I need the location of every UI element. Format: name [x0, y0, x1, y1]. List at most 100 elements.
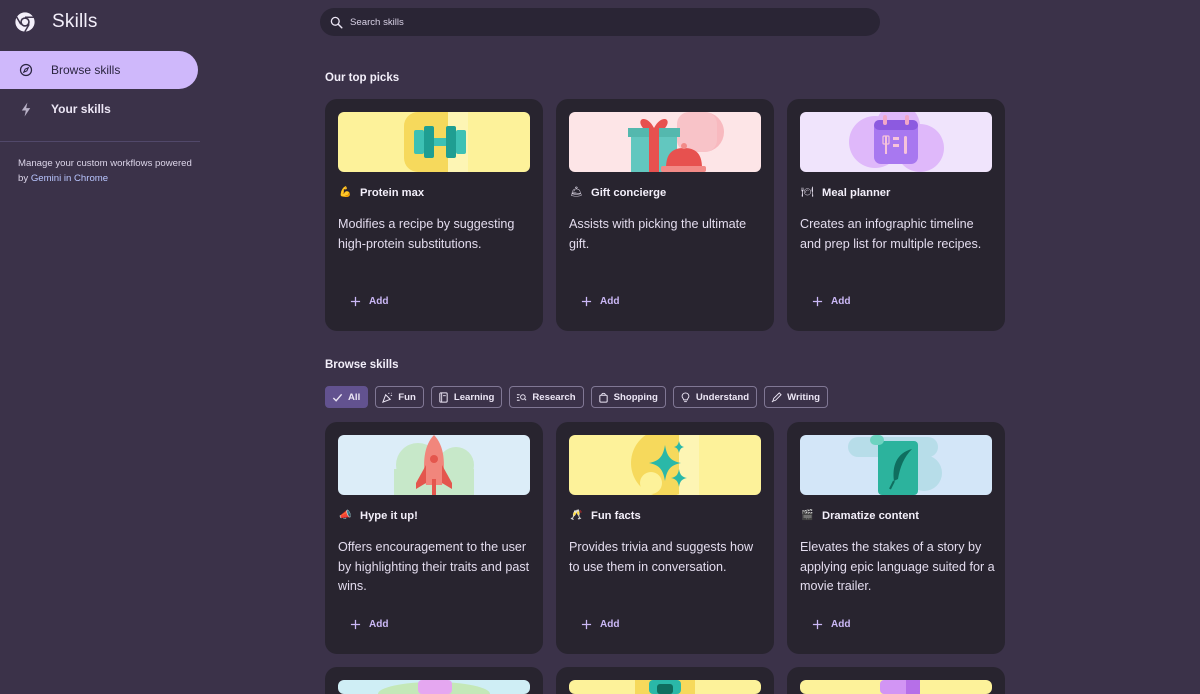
- skill-banner: [338, 435, 530, 495]
- add-skill-button[interactable]: Add: [812, 296, 850, 307]
- plus-icon: [581, 296, 592, 307]
- skill-card-fun-facts[interactable]: 🥂 Fun facts Provides trivia and suggests…: [556, 422, 774, 654]
- skills-app: Skills Browse skills Your skills Manage …: [0, 0, 1200, 694]
- skill-banner: [800, 435, 992, 495]
- rocket-icon: [338, 435, 530, 495]
- sidebar-item-your-skills[interactable]: Your skills: [0, 90, 198, 128]
- sidebar-item-browse-skills[interactable]: Browse skills: [0, 51, 198, 89]
- skill-card-protein-max[interactable]: 💪 Protein max Modifies a recipe by sugge…: [325, 99, 543, 331]
- add-skill-button[interactable]: Add: [581, 619, 619, 630]
- add-skill-button[interactable]: Add: [350, 619, 388, 630]
- plus-icon: [812, 296, 823, 307]
- skill-title: Protein max: [360, 187, 425, 199]
- skill-card-header: 🎬 Dramatize content: [801, 510, 919, 522]
- skill-title: Fun facts: [591, 510, 641, 522]
- skill-banner: [800, 112, 992, 172]
- top-picks-title: Our top picks: [325, 72, 400, 84]
- bellhop-bell-icon: 🛎: [570, 187, 583, 198]
- lightning-icon: [18, 101, 34, 117]
- sidebar-divider: [0, 141, 200, 142]
- sidebar-item-label: Browse skills: [51, 63, 121, 77]
- skill-banner: [338, 680, 530, 694]
- flexed-biceps-icon: 💪: [339, 187, 352, 198]
- skill-card-header: 🍽 Meal planner: [801, 187, 890, 199]
- scroll-quill-icon: [800, 435, 992, 495]
- compass-icon: [18, 62, 34, 78]
- chip-writing[interactable]: Writing: [764, 386, 828, 408]
- party-icon: [382, 392, 393, 403]
- sidebar-note: Manage your custom workflows powered by …: [18, 156, 198, 186]
- sidebar-nav: Browse skills Your skills: [0, 51, 200, 129]
- chip-label: Research: [532, 391, 576, 403]
- plus-icon: [812, 619, 823, 630]
- skill-card-dramatize-content[interactable]: 🎬 Dramatize content Elevates the stakes …: [787, 422, 1005, 654]
- device-icon: [569, 680, 761, 694]
- bow-icon: [338, 680, 530, 694]
- app-title: Skills: [52, 11, 98, 32]
- skill-description: Offers encouragement to the user by high…: [338, 540, 530, 593]
- clapper-board-icon: 🎬: [801, 510, 814, 521]
- chip-label: Understand: [695, 391, 750, 403]
- chrome-logo-icon: [15, 12, 35, 33]
- sparkles-icon: [569, 435, 761, 495]
- skill-card-meal-planner[interactable]: 🍽 Meal planner Creates an infographic ti…: [787, 99, 1005, 331]
- add-skill-button[interactable]: Add: [812, 619, 850, 630]
- calendar-icon: [800, 112, 992, 172]
- search-icon: [330, 16, 343, 29]
- gemini-in-chrome-link[interactable]: Gemini in Chrome: [31, 173, 108, 184]
- shopping-bag-icon: [598, 392, 609, 403]
- search-bar[interactable]: [320, 8, 880, 36]
- check-icon: [332, 392, 343, 403]
- skill-card-partial[interactable]: [556, 667, 774, 694]
- chip-label: Writing: [787, 391, 820, 403]
- skill-description: Elevates the stakes of a story by applyi…: [800, 540, 995, 593]
- chip-learning[interactable]: Learning: [430, 386, 503, 408]
- chip-fun[interactable]: Fun: [375, 386, 424, 408]
- gift-icon: [569, 112, 761, 172]
- search-input[interactable]: [350, 16, 850, 28]
- chip-label: Fun: [398, 391, 416, 403]
- category-filter-chips: All Fun Learning Research Shopping Under…: [325, 386, 835, 408]
- pen-icon: [771, 391, 782, 403]
- skill-title: Gift concierge: [591, 187, 667, 199]
- plus-icon: [350, 296, 361, 307]
- lightbulb-icon: [680, 391, 691, 403]
- skill-card-header: 📣 Hype it up!: [339, 510, 418, 522]
- skill-card-hype-it-up[interactable]: 📣 Hype it up! Offers encouragement to th…: [325, 422, 543, 654]
- skill-description: Provides trivia and suggests how to use …: [569, 540, 754, 574]
- dumbbell-icon: [338, 112, 530, 172]
- megaphone-icon: 📣: [339, 510, 352, 521]
- skill-banner: [569, 112, 761, 172]
- chip-understand[interactable]: Understand: [672, 386, 758, 408]
- skill-banner: [338, 112, 530, 172]
- chip-label: Shopping: [613, 391, 658, 403]
- plate-icon: 🍽: [801, 187, 814, 198]
- skill-title: Meal planner: [822, 187, 891, 199]
- skill-card-header: 💪 Protein max: [339, 187, 424, 199]
- add-label: Add: [369, 619, 389, 630]
- notebook-icon: [800, 680, 992, 694]
- chip-label: All: [348, 391, 361, 403]
- chip-research[interactable]: Research: [509, 386, 584, 408]
- add-skill-button[interactable]: Add: [350, 296, 388, 307]
- clinking-glasses-icon: 🥂: [570, 510, 583, 521]
- plus-icon: [350, 619, 361, 630]
- skill-banner: [800, 680, 992, 694]
- skill-card-partial[interactable]: [325, 667, 543, 694]
- browse-skills-title: Browse skills: [325, 359, 399, 371]
- chip-all[interactable]: All: [325, 386, 369, 408]
- skill-card-gift-concierge[interactable]: 🛎 Gift concierge Assists with picking th…: [556, 99, 774, 331]
- brand: Skills: [14, 10, 98, 34]
- search-list-icon: [516, 392, 527, 403]
- skill-description: Modifies a recipe by suggesting high-pro…: [338, 217, 515, 251]
- chip-shopping[interactable]: Shopping: [590, 386, 666, 408]
- skill-banner: [569, 435, 761, 495]
- skill-card-partial[interactable]: [787, 667, 1005, 694]
- plus-icon: [581, 619, 592, 630]
- book-icon: [438, 391, 449, 403]
- skill-title: Dramatize content: [822, 510, 919, 522]
- skill-description: Creates an infographic timeline and prep…: [800, 217, 982, 251]
- add-skill-button[interactable]: Add: [581, 296, 619, 307]
- skill-card-header: 🥂 Fun facts: [570, 510, 641, 522]
- sidebar-item-label: Your skills: [51, 102, 111, 116]
